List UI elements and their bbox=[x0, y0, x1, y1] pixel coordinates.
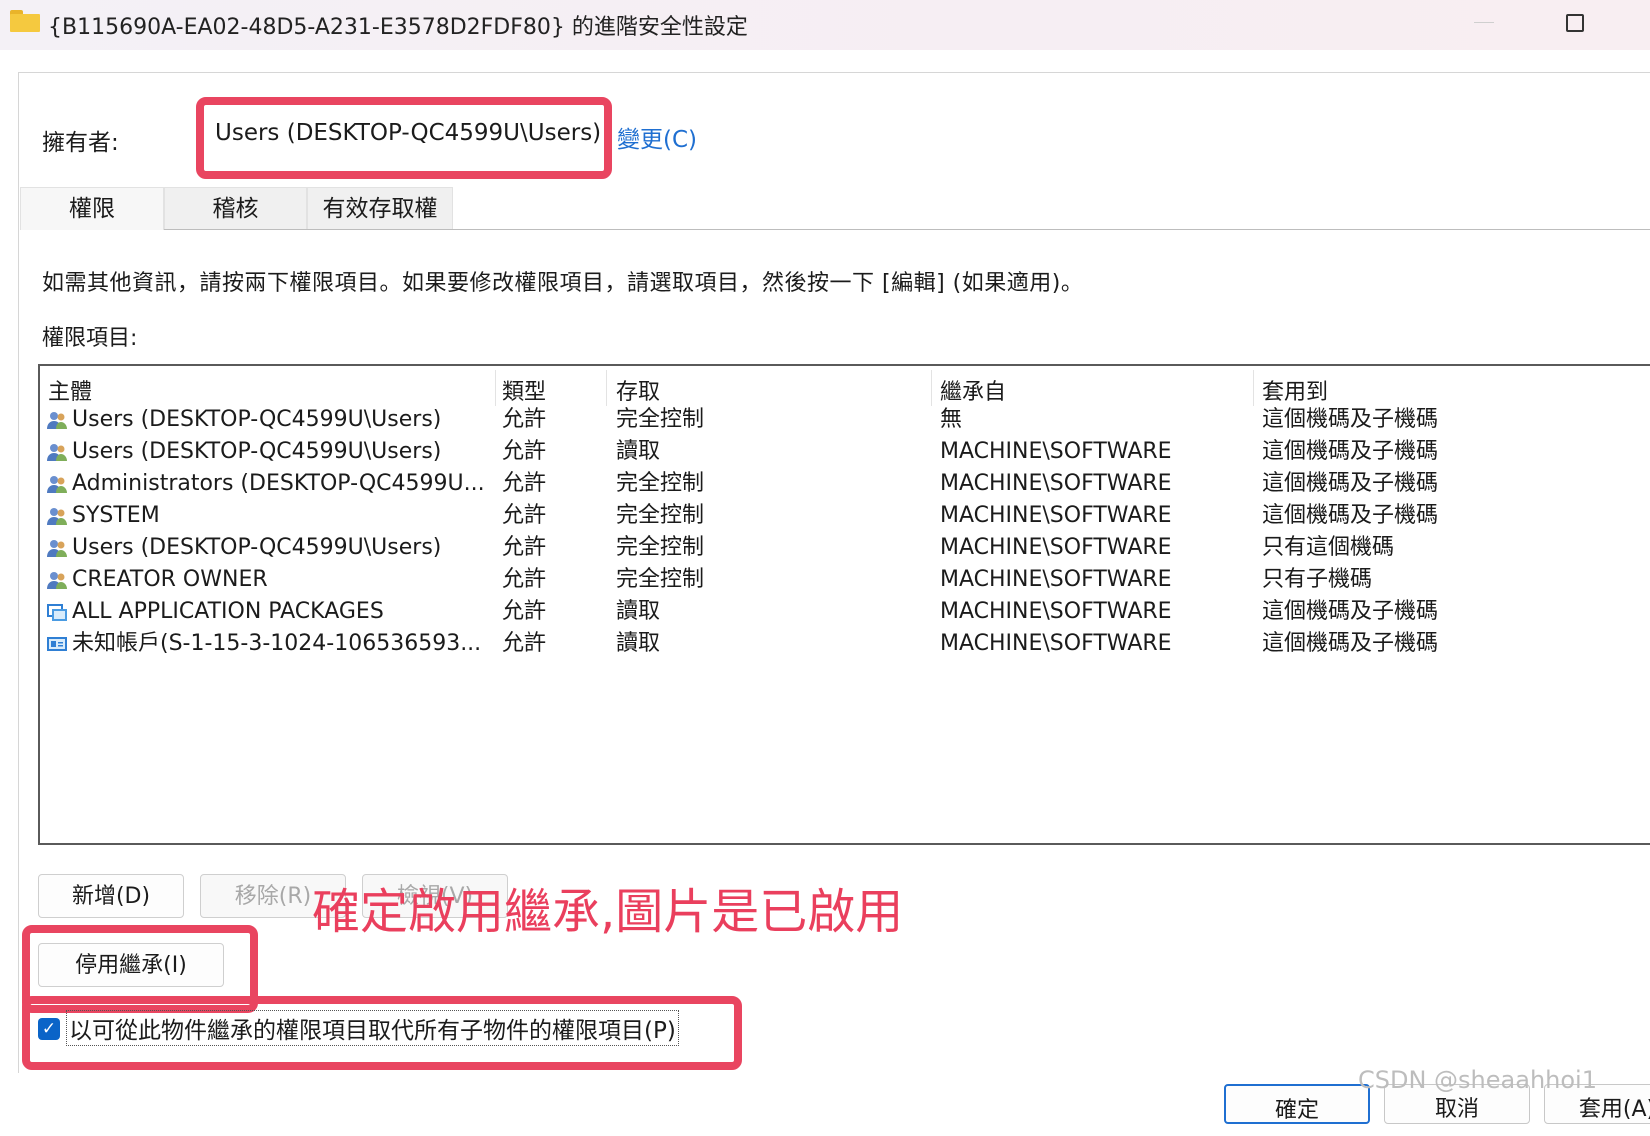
table-row[interactable]: ALL APPLICATION PACKAGES 允許 讀取 MACHINE\SOFT… bbox=[40, 596, 1640, 628]
column-separator bbox=[495, 370, 496, 406]
tab-auditing[interactable]: 稽核 bbox=[164, 187, 307, 230]
cell-access: 讀取 bbox=[616, 631, 661, 656]
cell-principal: ALL APPLICATION PACKAGES bbox=[72, 599, 384, 624]
cell-type: 允許 bbox=[502, 631, 547, 656]
cell-applies-to: 這個機碼及子機碼 bbox=[1262, 471, 1439, 496]
column-separator bbox=[1253, 370, 1254, 406]
cell-principal: SYSTEM bbox=[72, 503, 160, 528]
column-separator bbox=[606, 370, 607, 406]
cell-inherited-from: MACHINE\SOFTWARE bbox=[940, 535, 1172, 560]
watermark: CSDN @sheaahhoi1 bbox=[1358, 1066, 1597, 1094]
column-separator bbox=[931, 370, 932, 406]
table-row[interactable]: 未知帳戶(S-1-15-3-1024-106536593... 允許 讀取 MACHI… bbox=[40, 628, 1640, 660]
cell-applies-to: 這個機碼及子機碼 bbox=[1262, 439, 1439, 464]
table-row[interactable]: Users (DESKTOP-QC4599U\Users) 允許 完全控制 無 這個機碼… bbox=[40, 404, 1640, 436]
cell-inherited-from: MACHINE\SOFTWARE bbox=[940, 439, 1172, 464]
add-button[interactable]: 新增(D) bbox=[38, 874, 184, 918]
title-bar: {B115690A-EA02-48D5-A231-E3578D2FDF80} 的… bbox=[0, 0, 1650, 50]
user-group-icon bbox=[46, 505, 68, 527]
cell-type: 允許 bbox=[502, 439, 547, 464]
cell-access: 讀取 bbox=[616, 599, 661, 624]
column-header-inherited-from[interactable]: 繼承自 bbox=[940, 374, 1006, 406]
tab-permissions[interactable]: 權限 bbox=[20, 187, 164, 230]
cell-access: 完全控制 bbox=[616, 567, 705, 592]
ok-button[interactable]: 確定 bbox=[1224, 1084, 1370, 1124]
window-title: {B115690A-EA02-48D5-A231-E3578D2FDF80} 的… bbox=[48, 15, 748, 40]
table-row[interactable]: SYSTEM 允許 完全控制 MACHINE\SOFTWARE 這個機碼及子機碼 bbox=[40, 500, 1640, 532]
cell-principal: Users (DESKTOP-QC4599U\Users) bbox=[72, 439, 442, 464]
info-text: 如需其他資訊，請按兩下權限項目。如果要修改權限項目，請選取項目，然後按一下 [編… bbox=[42, 271, 1084, 296]
cell-type: 允許 bbox=[502, 471, 547, 496]
cell-inherited-from: MACHINE\SOFTWARE bbox=[940, 599, 1172, 624]
owner-label: 擁有者: bbox=[42, 130, 119, 156]
permission-entries-list[interactable]: 主體 類型 存取 繼承自 套用到 Users (DESKTOP-QC4599U\… bbox=[38, 364, 1650, 845]
column-header-access[interactable]: 存取 bbox=[616, 374, 660, 406]
minimize-button[interactable] bbox=[1474, 22, 1494, 23]
cell-access: 完全控制 bbox=[616, 503, 705, 528]
cell-type: 允許 bbox=[502, 535, 547, 560]
cell-principal: 未知帳戶(S-1-15-3-1024-106536593... bbox=[72, 631, 482, 656]
folder-icon bbox=[10, 10, 40, 32]
cell-access: 完全控制 bbox=[616, 407, 705, 432]
user-group-icon bbox=[46, 409, 68, 431]
cell-inherited-from: MACHINE\SOFTWARE bbox=[940, 567, 1172, 592]
cell-access: 完全控制 bbox=[616, 535, 705, 560]
cell-type: 允許 bbox=[502, 407, 547, 432]
column-header-principal[interactable]: 主體 bbox=[48, 374, 92, 406]
cell-inherited-from: MACHINE\SOFTWARE bbox=[940, 631, 1172, 656]
tab-effective-access[interactable]: 有效存取權 bbox=[307, 187, 453, 230]
table-row[interactable]: Users (DESKTOP-QC4599U\Users) 允許 讀取 MACHINE… bbox=[40, 436, 1640, 468]
change-owner-link[interactable]: 變更(C) bbox=[617, 120, 697, 154]
cell-applies-to: 這個機碼及子機碼 bbox=[1262, 407, 1439, 432]
table-row[interactable]: Administrators (DESKTOP-QC4599U... 允許 完全控制… bbox=[40, 468, 1640, 500]
user-group-icon bbox=[46, 569, 68, 591]
cell-type: 允許 bbox=[502, 503, 547, 528]
cell-inherited-from: 無 bbox=[940, 407, 963, 432]
cell-applies-to: 這個機碼及子機碼 bbox=[1262, 503, 1439, 528]
cell-principal: Administrators (DESKTOP-QC4599U... bbox=[72, 471, 485, 496]
table-row[interactable]: Users (DESKTOP-QC4599U\Users) 允許 完全控制 MACHI… bbox=[40, 532, 1640, 564]
cell-principal: Users (DESKTOP-QC4599U\Users) bbox=[72, 535, 442, 560]
user-group-icon bbox=[46, 537, 68, 559]
cell-principal: CREATOR OWNER bbox=[72, 567, 268, 592]
cell-applies-to: 這個機碼及子機碼 bbox=[1262, 631, 1439, 656]
annotation-text: 確定啟用繼承,圖片是已啟用 bbox=[312, 884, 904, 940]
cell-access: 完全控制 bbox=[616, 471, 705, 496]
cell-inherited-from: MACHINE\SOFTWARE bbox=[940, 471, 1172, 496]
tab-divider bbox=[164, 229, 1650, 230]
table-row[interactable]: CREATOR OWNER 允許 完全控制 MACHINE\SOFTWARE 只有子機碼 bbox=[40, 564, 1640, 596]
maximize-button[interactable] bbox=[1566, 14, 1584, 32]
checkbox-highlight-box bbox=[22, 996, 742, 1070]
unknown-account-icon bbox=[46, 633, 68, 655]
user-group-icon bbox=[46, 473, 68, 495]
column-header-type[interactable]: 類型 bbox=[502, 374, 546, 406]
cell-type: 允許 bbox=[502, 599, 547, 624]
column-header-applies-to[interactable]: 套用到 bbox=[1262, 374, 1328, 406]
permission-entries-label: 權限項目: bbox=[42, 326, 138, 351]
cell-access: 讀取 bbox=[616, 439, 661, 464]
cell-inherited-from: MACHINE\SOFTWARE bbox=[940, 503, 1172, 528]
user-group-icon bbox=[46, 441, 68, 463]
cell-applies-to: 只有這個機碼 bbox=[1262, 535, 1395, 560]
cell-principal: Users (DESKTOP-QC4599U\Users) bbox=[72, 407, 442, 432]
cell-applies-to: 只有子機碼 bbox=[1262, 567, 1373, 592]
owner-highlight-box bbox=[196, 97, 612, 179]
cell-type: 允許 bbox=[502, 567, 547, 592]
app-packages-icon bbox=[46, 601, 68, 623]
cell-applies-to: 這個機碼及子機碼 bbox=[1262, 599, 1439, 624]
